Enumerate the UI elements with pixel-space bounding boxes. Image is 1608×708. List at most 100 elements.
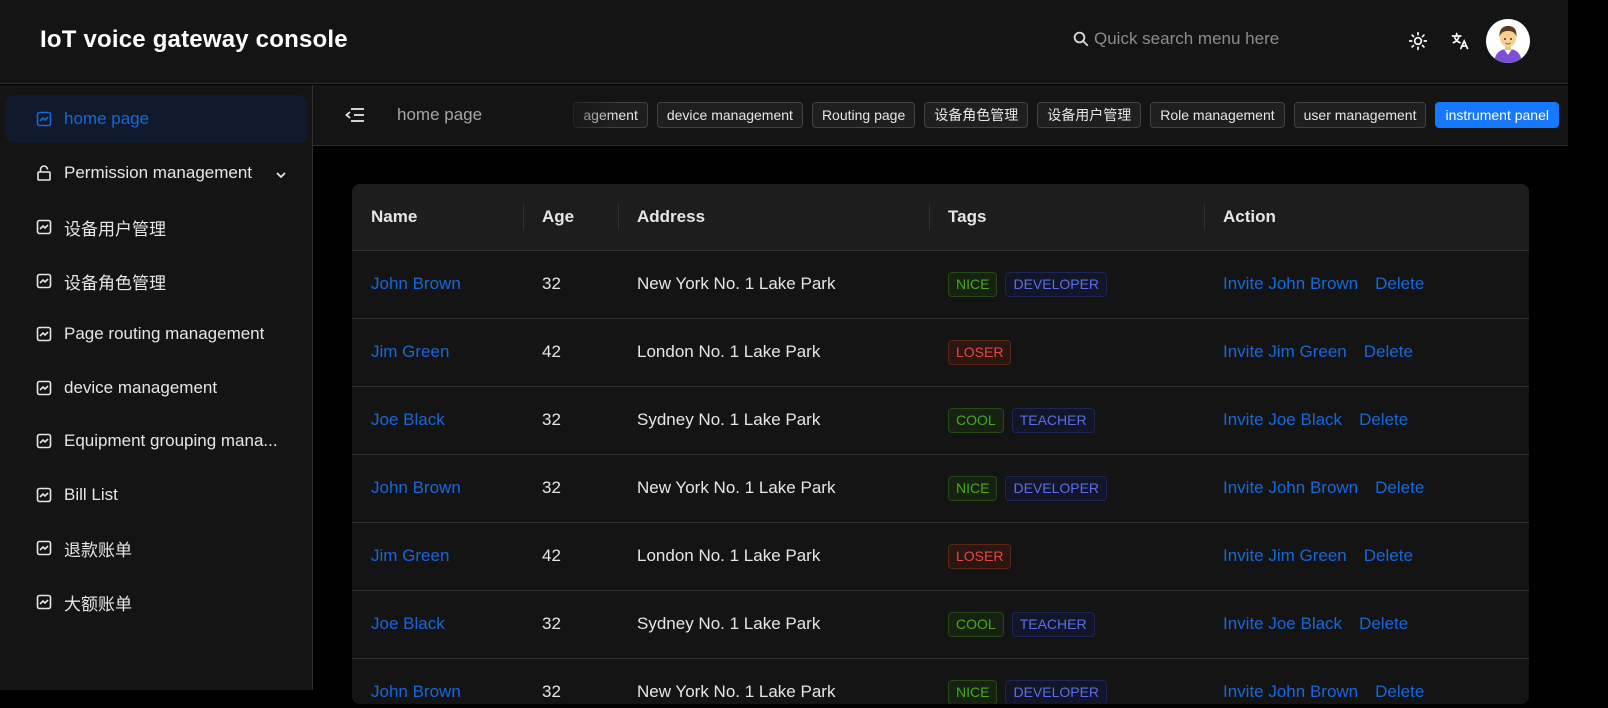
table-row: John Brown 32 New York No. 1 Lake Park N… [352,658,1529,704]
tag-badge: TEACHER [1011,611,1095,637]
invite-link[interactable]: Invite Joe Black [1223,410,1342,429]
chevron-down-icon [275,166,287,186]
column-header-age: Age [523,184,618,251]
invite-link[interactable]: Invite Jim Green [1223,342,1347,361]
sidebar-item-label: 退款账单 [64,540,132,560]
cell-name: Jim Green [352,522,523,591]
column-header-name: Name [352,184,523,251]
tag-badge: NICE [948,679,998,704]
delete-link[interactable]: Delete [1375,682,1424,701]
cell-tags: LOSER [929,318,1204,387]
name-link[interactable]: John Brown [371,478,461,497]
cell-name: Joe Black [352,386,523,455]
search-input[interactable] [1094,29,1334,49]
column-label: Age [542,206,575,226]
tab-routing-page[interactable]: Routing page [811,102,916,128]
main-content: Name Age Address Tags Action John Brown … [313,146,1568,704]
name-link[interactable]: Joe Black [371,410,445,429]
chart-icon [36,111,52,127]
delete-link[interactable]: Delete [1375,274,1424,293]
column-label: Address [637,206,706,226]
user-avatar[interactable] [1486,19,1530,63]
invite-link[interactable]: Invite John Brown [1223,478,1358,497]
sidebar-item-label: 设备角色管理 [64,273,166,293]
sun-icon[interactable] [1407,30,1429,52]
sidebar-item-permission-management[interactable]: Permission management [6,149,307,197]
name-link[interactable]: Joe Black [371,614,445,633]
tag-badge: COOL [948,611,1004,637]
sidebar-item-label: Page routing management [64,324,265,343]
tab-device-management[interactable]: device management [656,102,803,128]
sidebar-item-bill-list[interactable]: Bill List [6,471,307,519]
name-link[interactable]: Jim Green [371,342,449,361]
sidebar-item-device-users[interactable]: 设备用户管理 [6,203,307,251]
delete-link[interactable]: Delete [1359,614,1408,633]
sidebar-item-device-management[interactable]: device management [6,364,307,412]
sidebar-menu: home page Permission management 设备用户管理 设… [0,85,313,690]
column-separator [523,204,524,230]
tab-instrument-panel[interactable]: instrument panel [1435,102,1559,128]
tag-badge: TEACHER [1011,407,1095,433]
sidebar-item-label: device management [64,378,218,397]
table-header-row: Name Age Address Tags Action [352,184,1529,251]
sidebar-item-page-routing[interactable]: Page routing management [6,310,307,358]
cell-age: 42 [523,522,618,591]
tab-device-roles[interactable]: 设备角色管理 [924,102,1029,128]
sidebar-item-large-bills[interactable]: 大额账单 [6,578,307,626]
tag-badge: LOSER [948,339,1012,365]
cell-tags: NICE DEVELOPER [929,454,1204,523]
tag-badge: COOL [948,407,1004,433]
delete-link[interactable]: Delete [1359,410,1408,429]
column-label: Action [1223,206,1276,226]
sidebar-item-device-roles[interactable]: 设备角色管理 [6,257,307,305]
chart-icon [36,219,52,235]
cell-tags: NICE DEVELOPER [929,658,1204,704]
menu-fold-icon[interactable] [345,107,365,128]
cell-address: London No. 1 Lake Park [618,522,929,591]
invite-link[interactable]: Invite Joe Black [1223,614,1342,633]
cell-action: Invite Jim Green Delete [1204,522,1529,591]
name-link[interactable]: John Brown [371,682,461,701]
column-separator [1204,204,1205,230]
translate-icon[interactable] [1449,30,1471,52]
top-header: IoT voice gateway console [0,0,1568,84]
sidebar-item-label: Permission management [64,163,253,182]
column-header-tags: Tags [929,184,1204,251]
cell-action: Invite John Brown Delete [1204,658,1529,704]
sidebar-item-refund-bills[interactable]: 退款账单 [6,524,307,572]
cell-action: Invite Jim Green Delete [1204,318,1529,387]
cell-address: Sydney No. 1 Lake Park [618,590,929,659]
tag-badge: NICE [948,271,998,297]
tab-agement[interactable]: agement [573,102,648,128]
sidebar-item-equipment-grouping[interactable]: Equipment grouping mana... [6,417,307,465]
tab-user-management[interactable]: user management [1293,102,1427,128]
tag-badge: DEVELOPER [1005,475,1108,501]
delete-link[interactable]: Delete [1364,546,1413,565]
cell-name: John Brown [352,658,523,704]
cell-action: Invite John Brown Delete [1204,250,1529,319]
quick-search[interactable] [1072,29,1334,49]
invite-link[interactable]: Invite Jim Green [1223,546,1347,565]
chart-icon [36,594,52,610]
cell-name: Joe Black [352,590,523,659]
cell-name: John Brown [352,250,523,319]
app-title: IoT voice gateway console [40,26,348,53]
data-table: Name Age Address Tags Action John Brown … [352,184,1529,704]
cell-tags: LOSER [929,522,1204,591]
tab-device-users[interactable]: 设备用户管理 [1037,102,1142,128]
table-row: Joe Black 32 Sydney No. 1 Lake Park COOL… [352,386,1529,455]
name-link[interactable]: John Brown [371,274,461,293]
tab-role-management[interactable]: Role management [1150,102,1285,128]
search-icon [1073,31,1089,47]
sidebar-item-home-page[interactable]: home page [6,95,307,143]
cell-name: Jim Green [352,318,523,387]
data-table-card: Name Age Address Tags Action John Brown … [352,184,1529,704]
invite-link[interactable]: Invite John Brown [1223,682,1358,701]
invite-link[interactable]: Invite John Brown [1223,274,1358,293]
cell-age: 32 [523,658,618,704]
delete-link[interactable]: Delete [1364,342,1413,361]
name-link[interactable]: Jim Green [371,546,449,565]
delete-link[interactable]: Delete [1375,478,1424,497]
cell-action: Invite John Brown Delete [1204,454,1529,523]
chart-icon [36,326,52,342]
